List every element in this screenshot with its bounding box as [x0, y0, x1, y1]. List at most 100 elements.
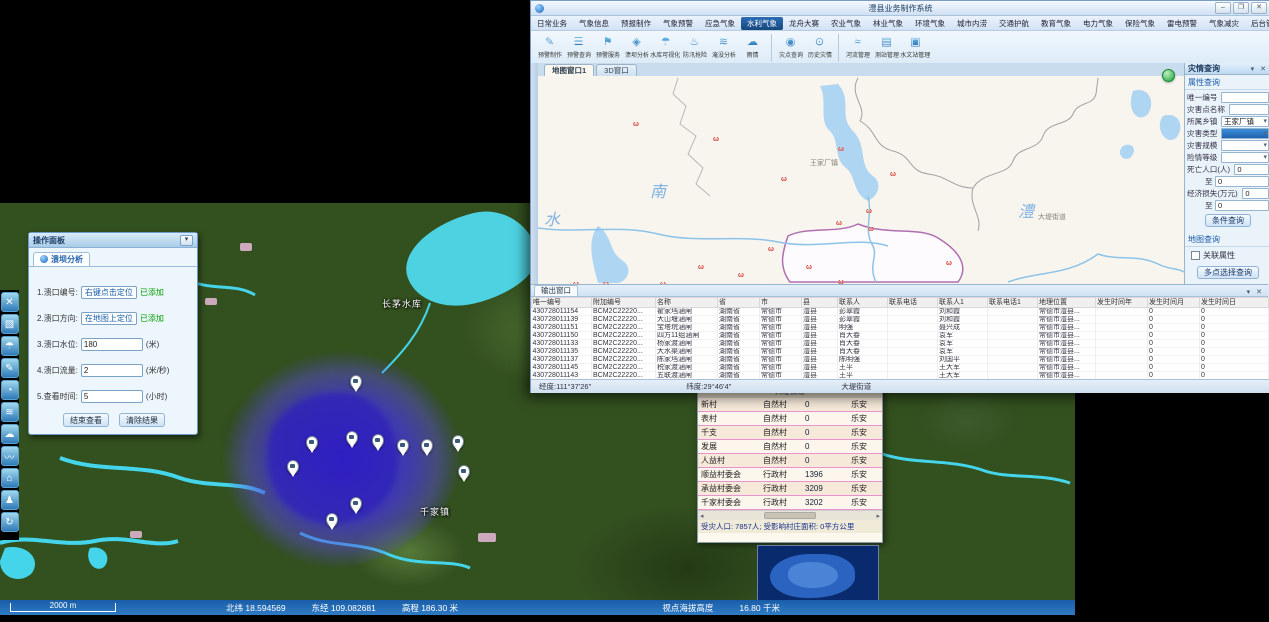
globe-locate-button[interactable]	[1162, 69, 1175, 82]
overview-minimap[interactable]	[757, 545, 879, 602]
table-row[interactable]: 430728011151BCM2C22220... 宝塔垸涵闸湖南省 常德市澧县…	[532, 324, 1269, 332]
toolbar-button[interactable]: ≈ 河流管理	[843, 31, 872, 65]
map-pin-marker[interactable]	[397, 439, 409, 453]
column-header[interactable]: 名称	[656, 298, 718, 308]
tab-map-window-1[interactable]: 地图窗口1	[544, 64, 594, 76]
column-header[interactable]: 附加编号	[592, 298, 656, 308]
village-table-row[interactable]: 新村 自然村 0 乐安	[698, 398, 882, 412]
village-table-row[interactable]: 发展 自然村 0 乐安	[698, 440, 882, 454]
column-header[interactable]: 地理位置	[1038, 298, 1096, 308]
left-toolbar-icon[interactable]: ◔	[1, 380, 19, 400]
death-toll-input[interactable]: 0	[1234, 164, 1269, 175]
menu-item[interactable]: 气象减灾	[1203, 17, 1245, 30]
disaster-point-marker[interactable]: ω	[836, 220, 842, 227]
village-table-row[interactable]: 人益村 自然村 0 乐安	[698, 454, 882, 468]
menu-item[interactable]: 环境气象	[909, 17, 951, 30]
disaster-point-marker[interactable]: ω	[946, 260, 952, 267]
table-row[interactable]: 430728011137BCM2C22220... 陈家垱涵闸湖南省 常德市澧县…	[532, 356, 1269, 364]
dialog-titlebar[interactable]: 操作面板 ▾	[29, 233, 197, 248]
gis-map-canvas[interactable]: 王家厂镇 大堤街道 南 水 澧 ωωωωωωωωωωωωωωωωωωωωωω	[538, 76, 1185, 284]
table-row[interactable]: 430728011150BCM2C22220... 四方11组涵闸湖南省 常德市…	[532, 332, 1269, 340]
disaster-point-marker[interactable]: ω	[868, 226, 874, 233]
menu-item[interactable]: 水利气象	[741, 17, 783, 30]
disaster-scale-select[interactable]	[1221, 140, 1269, 151]
checkbox-icon[interactable]	[1191, 251, 1200, 260]
multi-point-query-button[interactable]: 多点选择查询	[1197, 266, 1259, 279]
menu-item[interactable]: 保险气象	[1119, 17, 1161, 30]
toolbar-button[interactable]: ≋ 淹没分析	[709, 31, 738, 65]
toolbar-button[interactable]: ◉ 灾点查询	[776, 31, 805, 65]
scroll-thumb[interactable]	[764, 512, 816, 519]
minimize-button[interactable]: –	[1215, 2, 1231, 14]
menu-item[interactable]: 教育气象	[1035, 17, 1077, 30]
disaster-point-marker[interactable]: ω	[866, 208, 872, 215]
menu-item[interactable]: 气象信息	[573, 17, 615, 30]
column-header[interactable]: 省	[718, 298, 760, 308]
disaster-point-marker[interactable]: ω	[713, 136, 719, 143]
village-table-row[interactable]: 顺益村委会 行政村 1396 乐安	[698, 468, 882, 482]
column-header[interactable]: 发生时间年	[1096, 298, 1148, 308]
toolbar-button[interactable]: ◈ 溃坝分析	[622, 31, 651, 65]
table-row[interactable]: 430728011139BCM2C22220... 大山堰涵闸湖南省 常德市澧县…	[532, 316, 1269, 324]
column-header[interactable]: 市	[760, 298, 802, 308]
finish-view-button[interactable]: 结束查看	[63, 413, 109, 427]
clear-result-button[interactable]: 清除结果	[119, 413, 165, 427]
left-toolbar-icon[interactable]: ♟	[1, 490, 19, 510]
menu-item[interactable]: 气象预警	[657, 17, 699, 30]
restore-button[interactable]: ❐	[1233, 2, 1249, 14]
tab-3d-window[interactable]: 3D窗口	[596, 64, 637, 76]
disaster-point-marker[interactable]: ω	[698, 264, 704, 271]
column-header[interactable]: 联系人1	[938, 298, 988, 308]
output-panel-icons[interactable]: ▾ ✕	[1247, 288, 1268, 296]
map-pin-marker[interactable]	[326, 513, 338, 527]
map-pin-marker[interactable]	[350, 375, 362, 389]
danger-level-select[interactable]	[1221, 152, 1269, 163]
breach-flow-input[interactable]	[81, 364, 143, 377]
column-header[interactable]: 唯一编号	[532, 298, 592, 308]
disaster-point-marker[interactable]: ω	[838, 146, 844, 153]
left-toolbar-icon[interactable]: ✕	[1, 292, 19, 312]
village-table-row[interactable]: 千家村委会 行政村 3202 乐安	[698, 496, 882, 510]
breach-id-pick-button[interactable]: 右键点击定位	[81, 286, 137, 299]
map-pin-marker[interactable]	[452, 435, 464, 449]
toolbar-button[interactable]: ☂ 水库可视化	[651, 31, 680, 65]
map-pin-marker[interactable]	[372, 434, 384, 448]
column-header[interactable]: 联系电话	[888, 298, 938, 308]
column-header[interactable]: 联系人	[838, 298, 888, 308]
tab-output-window[interactable]: 输出窗口	[534, 285, 578, 296]
map-pin-marker[interactable]	[287, 460, 299, 474]
menu-item[interactable]: 日常业务	[531, 17, 573, 30]
table-header-row[interactable]: 唯一编号附加编号名称省市县联系人联系电话联系人1联系电话1地理位置发生时间年发生…	[532, 298, 1269, 308]
unique-id-input[interactable]	[1221, 92, 1269, 103]
map-pin-marker[interactable]	[346, 431, 358, 445]
death-toll-to-input[interactable]: 0	[1215, 176, 1269, 187]
window-titlebar[interactable]: 澧县业务制作系统 – ❐ ✕	[531, 1, 1269, 16]
village-table-row[interactable]: 表村 自然村 0 乐安	[698, 412, 882, 426]
disaster-point-marker[interactable]: ω	[768, 246, 774, 253]
toolbar-button[interactable]: ⚑ 预警服务	[593, 31, 622, 65]
disaster-point-marker[interactable]: ω	[890, 171, 896, 178]
village-table-hscrollbar[interactable]: ◂ ▸	[698, 510, 882, 520]
economic-loss-to-input[interactable]: 0	[1215, 200, 1269, 211]
disaster-point-marker[interactable]: ω	[633, 121, 639, 128]
column-header[interactable]: 联系电话1	[988, 298, 1038, 308]
disaster-point-marker[interactable]: ω	[738, 272, 744, 279]
left-toolbar-icon[interactable]: 〰	[1, 446, 19, 466]
scroll-right-icon[interactable]: ▸	[876, 512, 880, 520]
disaster-type-select[interactable]	[1221, 128, 1269, 139]
table-row[interactable]: 430728011154BCM2C22220... 翟家垱涵闸湖南省 常德市澧县…	[532, 308, 1269, 316]
disaster-point-marker[interactable]: ω	[806, 264, 812, 271]
menu-item[interactable]: 电力气象	[1077, 17, 1119, 30]
map-pin-marker[interactable]	[421, 439, 433, 453]
left-toolbar-icon[interactable]: ✎	[1, 358, 19, 378]
column-header[interactable]: 发生时间月	[1148, 298, 1200, 308]
left-toolbar-icon[interactable]: ↻	[1, 512, 19, 532]
table-row[interactable]: 430728011135BCM2C22220... 大水渠涵闸湖南省 常德市澧县…	[532, 348, 1269, 356]
condition-query-button[interactable]: 条件查询	[1205, 214, 1251, 227]
menu-item[interactable]: 农业气象	[825, 17, 867, 30]
breach-direction-pick-button[interactable]: 在地图上定位	[81, 312, 137, 325]
menu-item[interactable]: 城市内涝	[951, 17, 993, 30]
township-select[interactable]: 王家厂镇	[1221, 116, 1269, 127]
left-toolbar-icon[interactable]: ≋	[1, 402, 19, 422]
minimize-icon[interactable]: ▾	[180, 235, 193, 246]
